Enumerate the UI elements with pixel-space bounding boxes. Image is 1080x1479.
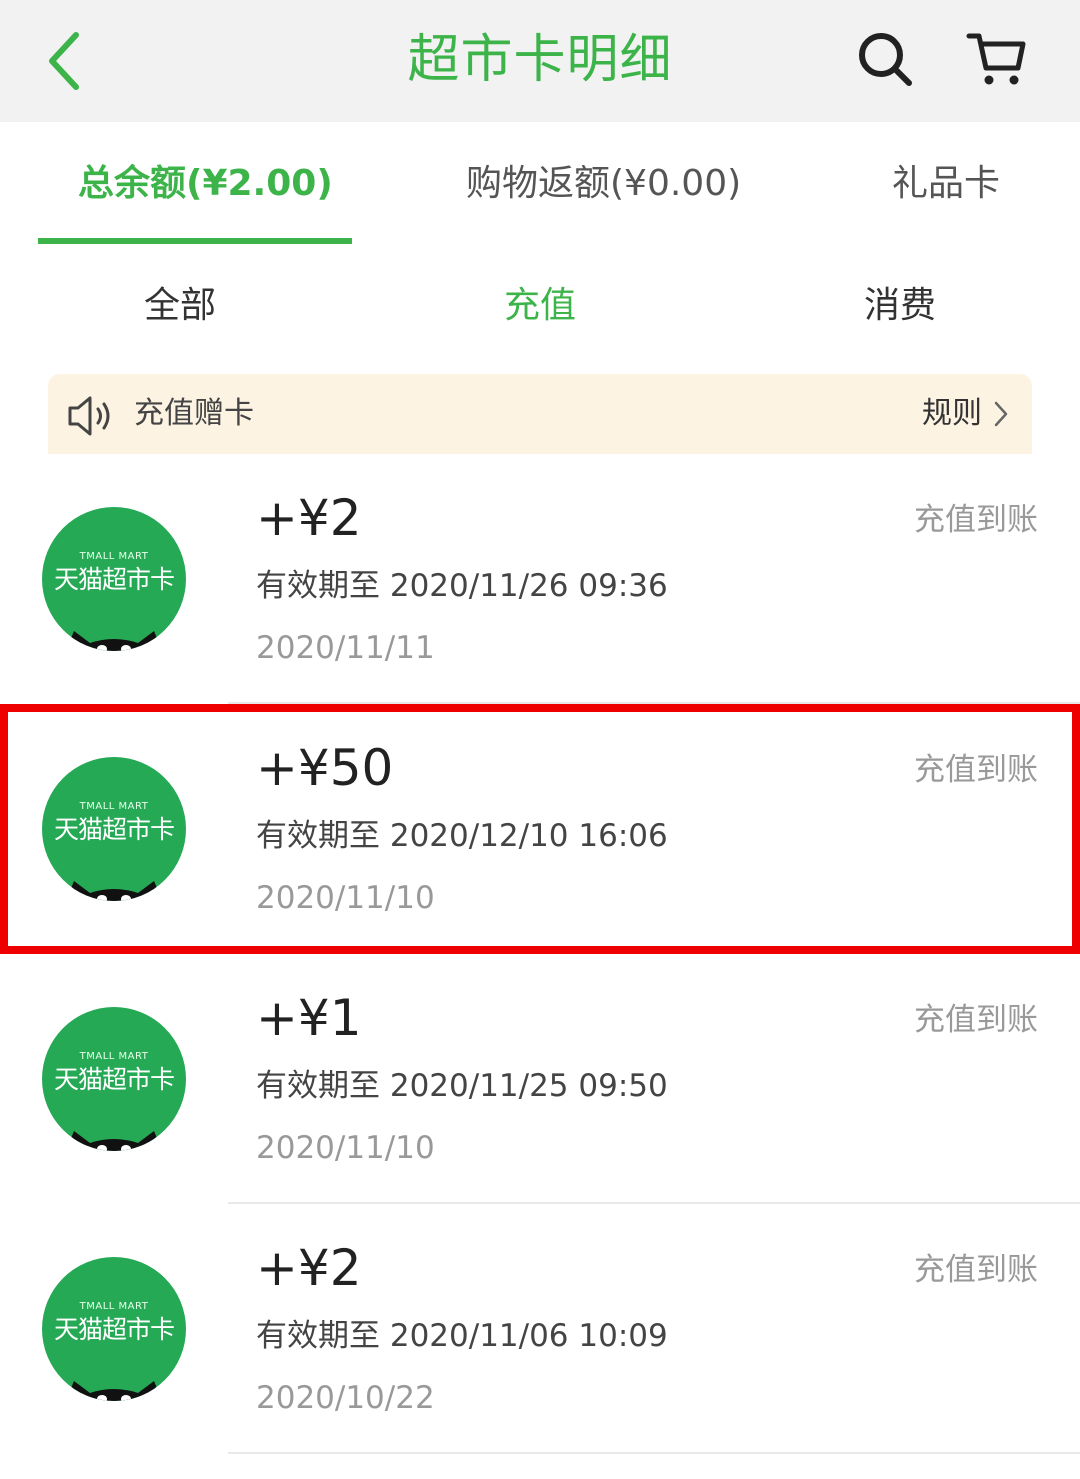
record-amount: +¥50 (256, 739, 394, 797)
record-date: 2020/10/22 (256, 1380, 435, 1416)
record-status: 充值到账 (914, 502, 1038, 538)
speaker-icon (68, 396, 110, 436)
tmall-mart-card-logo: TMALL MART 天猫超市卡 (42, 1007, 186, 1151)
recharge-gift-notice: 充值赠卡 规则 (48, 374, 1032, 454)
list-item[interactable]: TMALL MART 天猫超市卡 +¥2 有效期至 2020/11/26 09:… (0, 454, 1080, 704)
record-amount: +¥1 (256, 989, 362, 1047)
record-expiry: 有效期至 2020/11/26 09:36 (256, 568, 668, 604)
card-logo-english: TMALL MART (79, 1051, 149, 1062)
search-icon (859, 33, 912, 86)
search-button[interactable] (852, 26, 918, 92)
record-expiry: 有效期至 2020/11/06 10:09 (256, 1318, 668, 1354)
record-status: 充值到账 (914, 1252, 1038, 1288)
tmall-mart-card-logo: TMALL MART 天猫超市卡 (42, 1257, 186, 1401)
cart-icon (966, 33, 1026, 85)
filter-recharge[interactable]: 充值 (420, 278, 660, 334)
record-date: 2020/11/10 (256, 880, 435, 916)
balance-tabs: 总余额(¥2.00) 购物返额(¥0.00) 礼品卡 (0, 122, 1080, 250)
cat-head-icon (65, 631, 163, 651)
filter-all[interactable]: 全部 (60, 278, 300, 334)
recharge-record-list: TMALL MART 天猫超市卡 +¥2 有效期至 2020/11/26 09:… (0, 454, 1080, 1454)
filter-consumption[interactable]: 消费 (780, 278, 1020, 334)
record-expiry: 有效期至 2020/12/10 16:06 (256, 818, 668, 854)
rules-label: 规则 (922, 396, 982, 431)
card-logo-chinese: 天猫超市卡 (53, 815, 175, 844)
card-logo-english: TMALL MART (79, 1301, 149, 1312)
tmall-mart-card-logo: TMALL MART 天猫超市卡 (42, 757, 186, 901)
cat-head-icon (65, 881, 163, 901)
tmall-mart-card-logo: TMALL MART 天猫超市卡 (42, 507, 186, 651)
supermarket-card-details-page: 超市卡明细 总余额(¥2.00) 购物返额(¥0.00) 礼品卡 全部 充值 消… (0, 0, 1080, 1479)
record-amount: +¥2 (256, 489, 362, 547)
card-logo-english: TMALL MART (79, 801, 149, 812)
tab-shopping-rebate[interactable]: 购物返额(¥0.00) (466, 156, 741, 212)
record-amount: +¥2 (256, 1239, 362, 1297)
rules-link[interactable]: 规则 (922, 388, 1012, 440)
tab-total-balance[interactable]: 总余额(¥2.00) (78, 156, 333, 212)
card-logo-chinese: 天猫超市卡 (53, 1315, 175, 1344)
divider (228, 1452, 1080, 1454)
cart-button[interactable] (964, 26, 1030, 92)
tab-gift-card[interactable]: 礼品卡 (892, 156, 1000, 212)
record-status: 充值到账 (914, 752, 1038, 788)
filter-tabs: 全部 充值 消费 (0, 250, 1080, 360)
record-status: 充值到账 (914, 1002, 1038, 1038)
notice-text: 充值赠卡 (134, 396, 254, 431)
record-date: 2020/11/10 (256, 1130, 435, 1166)
list-item[interactable]: TMALL MART 天猫超市卡 +¥1 有效期至 2020/11/25 09:… (0, 954, 1080, 1204)
record-date: 2020/11/11 (256, 630, 435, 666)
list-item[interactable]: TMALL MART 天猫超市卡 +¥2 有效期至 2020/11/06 10:… (0, 1204, 1080, 1454)
cat-head-icon (65, 1381, 163, 1401)
card-logo-chinese: 天猫超市卡 (53, 1065, 175, 1094)
cat-head-icon (65, 1131, 163, 1151)
list-item[interactable]: TMALL MART 天猫超市卡 +¥50 有效期至 2020/12/10 16… (0, 704, 1080, 954)
card-logo-english: TMALL MART (79, 551, 149, 562)
page-title: 超市卡明细 (407, 30, 673, 90)
record-expiry: 有效期至 2020/11/25 09:50 (256, 1068, 668, 1104)
header-bar: 超市卡明细 (0, 0, 1080, 122)
card-logo-chinese: 天猫超市卡 (53, 565, 175, 594)
active-tab-indicator (38, 238, 352, 244)
chevron-right-icon (994, 401, 1008, 427)
